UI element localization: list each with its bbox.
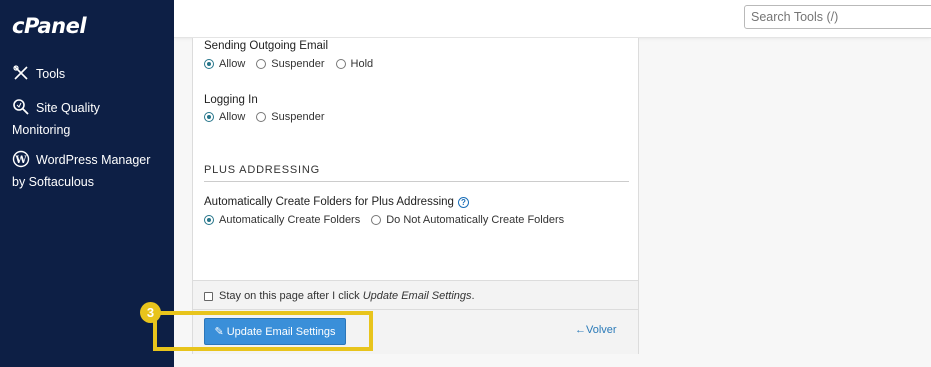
sidebar-item-label-line2: by Softaculous <box>12 175 94 189</box>
sidebar-item-wordpress-manager[interactable]: W WordPress Manager by Softaculous <box>12 149 150 193</box>
stay-label-prefix: Stay on this page after I click <box>219 290 363 302</box>
sidebar-item-tools[interactable]: Tools <box>12 63 65 85</box>
radio-label: Suspender <box>271 58 325 70</box>
plus-addressing-heading: PLUS ADDRESSING <box>204 164 320 176</box>
plus-addressing-label-text: Automatically Create Folders for Plus Ad… <box>204 196 454 208</box>
top-bar <box>174 0 931 38</box>
sidebar-item-label: WordPress Manager <box>36 153 151 167</box>
logging-in-label: Logging In <box>204 94 258 106</box>
sidebar-item-label: Site Quality <box>36 101 100 115</box>
radio-label: Allow <box>219 58 246 70</box>
radio-label: Hold <box>350 58 374 70</box>
sending-radio-group: Allow Suspender Hold <box>204 58 384 70</box>
help-icon[interactable]: ? <box>457 197 469 208</box>
sending-allow-radio[interactable] <box>204 59 214 69</box>
magnifier-icon <box>12 98 30 116</box>
svg-text:W: W <box>14 155 27 166</box>
sending-hold-radio[interactable] <box>335 59 346 69</box>
stay-on-page-label: Stay on this page after I click Update E… <box>219 290 475 302</box>
sending-outgoing-email-label: Sending Outgoing Email <box>204 40 329 52</box>
step-number-badge: 3 <box>140 302 161 323</box>
sending-suspend-radio[interactable] <box>256 59 267 69</box>
step-highlight-box <box>153 311 373 351</box>
stay-on-page-option: Stay on this page after I click Update E… <box>204 290 475 302</box>
no-auto-create-folders-radio[interactable] <box>371 215 382 225</box>
logging-radio-group: Allow Suspender <box>204 111 336 123</box>
search-input[interactable] <box>744 5 931 29</box>
radio-label: Suspender <box>271 111 325 123</box>
sidebar-item-label: Tools <box>36 67 66 81</box>
sidebar-item-label-line2: Monitoring <box>12 123 71 137</box>
stay-on-page-checkbox[interactable] <box>204 291 213 301</box>
back-link-label: Volver <box>586 324 617 336</box>
stay-label-suffix: . <box>471 290 475 302</box>
footer-divider <box>193 309 638 310</box>
radio-label: Automatically Create Folders <box>219 214 361 226</box>
arrow-left-icon: ← <box>575 324 586 336</box>
logging-allow-radio[interactable] <box>204 112 214 122</box>
plus-addressing-label: Automatically Create Folders for Plus Ad… <box>204 196 469 208</box>
cpanel-logo[interactable]: cPanel <box>12 14 87 38</box>
plus-radio-group: Automatically Create Folders Do Not Auto… <box>204 214 575 226</box>
logging-suspend-radio[interactable] <box>256 112 267 122</box>
wordpress-icon: W <box>12 150 30 168</box>
radio-label: Do Not Automatically Create Folders <box>386 214 565 226</box>
sidebar-item-site-quality[interactable]: Site Quality Monitoring <box>12 97 100 141</box>
stay-label-italic: Update Email Settings <box>362 290 472 302</box>
tools-icon <box>12 64 30 82</box>
section-divider <box>204 181 629 182</box>
auto-create-folders-radio[interactable] <box>204 215 214 225</box>
email-settings-panel: Sending Outgoing Email Allow Suspender H… <box>192 38 639 354</box>
back-link[interactable]: ←Volver <box>575 324 617 336</box>
radio-label: Allow <box>219 111 246 123</box>
